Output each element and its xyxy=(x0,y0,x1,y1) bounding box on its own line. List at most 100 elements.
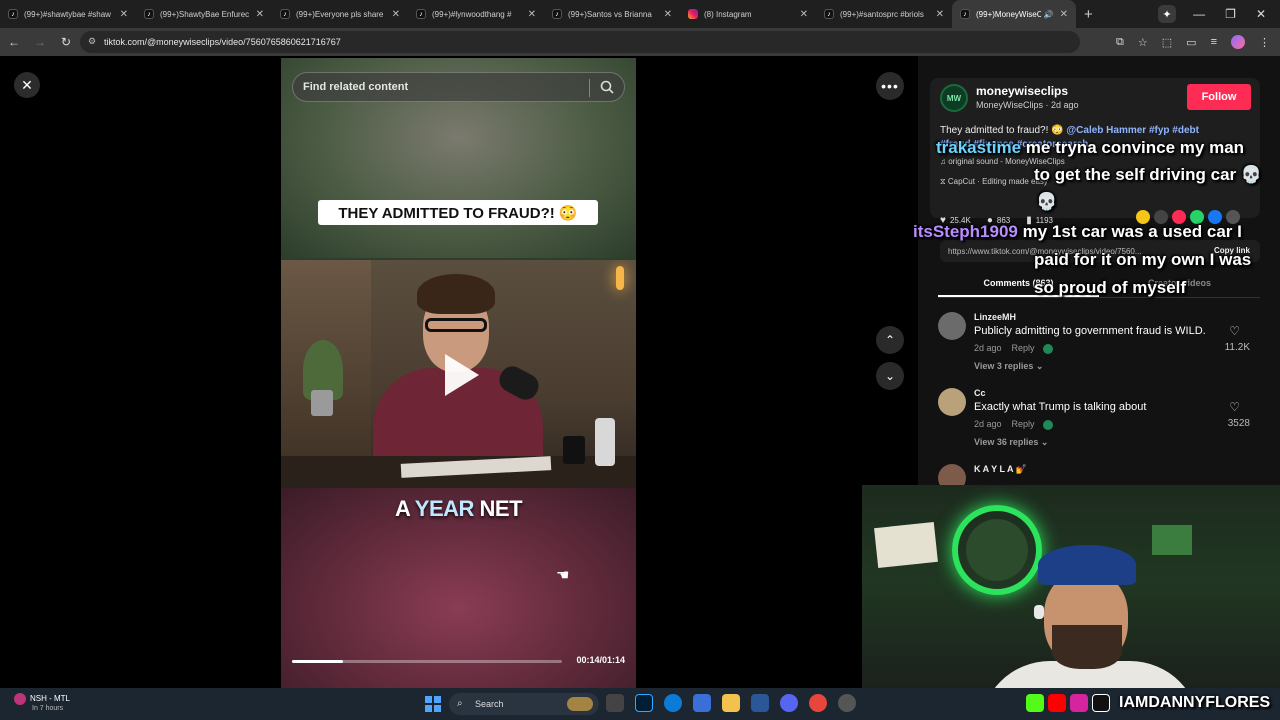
person-hair xyxy=(417,274,495,314)
speaker-icon[interactable]: 🔊 xyxy=(1044,10,1054,19)
instagram-icon xyxy=(1070,694,1088,712)
find-related-search[interactable]: Find related content xyxy=(292,72,625,102)
edge-icon[interactable] xyxy=(664,694,682,712)
profile-avatar[interactable] xyxy=(1231,35,1245,49)
commenter-avatar[interactable] xyxy=(938,312,966,340)
more-options-button[interactable]: ••• xyxy=(876,72,904,100)
share-arrow-icon[interactable] xyxy=(1226,210,1240,224)
send-icon[interactable] xyxy=(1172,210,1186,224)
photoshop-icon[interactable] xyxy=(635,694,653,712)
ai-sparkle-icon[interactable]: ✦ xyxy=(1158,5,1176,23)
file-explorer-icon[interactable] xyxy=(722,694,740,712)
tiktok-icon: ♪ xyxy=(824,9,834,19)
facebook-icon[interactable] xyxy=(1208,210,1222,224)
close-window-icon[interactable]: ✕ xyxy=(1256,7,1266,21)
close-tab-icon[interactable]: ✕ xyxy=(256,9,264,20)
creator-liked-icon xyxy=(1042,419,1053,430)
browser-tab[interactable]: (8) Instagram ✕ xyxy=(680,0,816,28)
view-replies-button[interactable]: View 36 replies ⌄ xyxy=(974,437,1048,448)
sidebar-icon[interactable]: ▭ xyxy=(1186,36,1196,49)
discord-icon[interactable] xyxy=(780,694,798,712)
earbud xyxy=(1034,605,1044,619)
capcut-link[interactable]: ⧖ CapCut · Editing made easy xyxy=(940,177,1048,187)
browser-tab[interactable]: ♪ (99+)Everyone pls share ✕ xyxy=(272,0,408,28)
next-video-button[interactable]: ⌄ xyxy=(876,362,904,390)
forward-arrow-icon[interactable]: → xyxy=(28,35,52,49)
media-controls-icon[interactable]: ≡ xyxy=(1211,36,1217,48)
weather-widget[interactable]: NSH - MTL In 7 hours xyxy=(14,693,84,712)
close-tab-icon[interactable]: ✕ xyxy=(936,9,944,20)
comment-text: Publicly admitting to government fraud i… xyxy=(974,325,1206,337)
chrome-icon[interactable] xyxy=(809,694,827,712)
author-avatar[interactable]: MW xyxy=(940,84,968,112)
browser-tab[interactable]: ♪ (99+)#lynwoodthang # ✕ xyxy=(408,0,544,28)
close-tab-icon[interactable]: ✕ xyxy=(120,9,128,20)
windows-start-icon[interactable] xyxy=(425,696,441,712)
copy-link-button[interactable]: Copy link xyxy=(1214,246,1250,255)
emoji-share-icon[interactable] xyxy=(1136,210,1150,224)
browser-tab[interactable]: ♪ (99+)ShawtyBae Enfurec ✕ xyxy=(136,0,272,28)
whatsapp-icon[interactable] xyxy=(1190,210,1204,224)
comment-like-icon[interactable]: ♡ xyxy=(1229,324,1240,338)
search-icon[interactable] xyxy=(600,80,614,94)
view-replies-button[interactable]: View 3 replies ⌄ xyxy=(974,361,1043,372)
previous-video-button[interactable]: ⌃ xyxy=(876,326,904,354)
heart-icon[interactable]: ♥ xyxy=(940,215,946,226)
minimize-icon[interactable]: — xyxy=(1193,7,1205,21)
video-player[interactable]: Find related content THEY ADMITTED TO FR… xyxy=(281,58,636,688)
comment-text: Exactly what Trump is talking about xyxy=(974,401,1147,413)
commenter-avatar[interactable] xyxy=(938,388,966,416)
browser-tab[interactable]: ♪ (99+)#shawtybae #shaw ✕ xyxy=(0,0,136,28)
restore-icon[interactable]: ❐ xyxy=(1225,7,1236,21)
close-tab-icon[interactable]: ✕ xyxy=(1060,9,1068,20)
play-icon[interactable] xyxy=(445,354,479,396)
site-info-icon[interactable]: ⚙ xyxy=(88,36,98,46)
install-app-icon[interactable]: ⧉ xyxy=(1116,36,1124,49)
url-field[interactable]: ⚙ tiktok.com/@moneywiseclips/video/75607… xyxy=(80,31,1080,53)
app-icon[interactable] xyxy=(838,694,856,712)
comment-like-icon[interactable]: ♡ xyxy=(1229,400,1240,414)
comment-like-count: 11.2K xyxy=(1224,342,1250,353)
reply-button[interactable]: Reply xyxy=(1012,419,1035,429)
close-tab-icon[interactable]: ✕ xyxy=(392,9,400,20)
tiktok-icon xyxy=(1092,694,1110,712)
close-tab-icon[interactable]: ✕ xyxy=(528,9,536,20)
reply-button[interactable]: Reply xyxy=(1012,343,1035,353)
task-view-icon[interactable] xyxy=(606,694,624,712)
close-tab-icon[interactable]: ✕ xyxy=(800,9,808,20)
wall-sign xyxy=(874,521,938,569)
tiktok-icon: ♪ xyxy=(280,9,290,19)
comment-item: Cc Exactly what Trump is talking about 2… xyxy=(938,388,1260,454)
comment-username[interactable]: Cc xyxy=(974,388,986,398)
tab-creator-videos[interactable]: Creator videos xyxy=(1099,272,1260,297)
follow-button[interactable]: Follow xyxy=(1187,84,1251,110)
browser-tab[interactable]: ♪ (99+)Santos vs Brianna ✕ xyxy=(544,0,680,28)
tumbler xyxy=(595,418,615,466)
close-tab-icon[interactable]: ✕ xyxy=(664,9,672,20)
progress-fill xyxy=(292,660,344,663)
streamer-beard xyxy=(1052,625,1122,669)
extensions-icon[interactable]: ⬚ xyxy=(1162,36,1172,49)
close-video-button[interactable]: ✕ xyxy=(14,72,40,98)
bookmark-star-icon[interactable]: ☆ xyxy=(1138,36,1148,49)
menu-dots-icon[interactable]: ⋮ xyxy=(1259,36,1270,49)
reload-icon[interactable]: ↻ xyxy=(54,35,78,49)
video-link-box[interactable]: https://www.tiktok.com/@moneywiseclips/v… xyxy=(940,240,1260,262)
video-progress-bar[interactable] xyxy=(292,660,562,663)
new-tab-button[interactable]: + xyxy=(1084,6,1093,23)
browser-tab[interactable]: ♪ (99+)#santosprc #briols ✕ xyxy=(816,0,952,28)
store-icon[interactable] xyxy=(693,694,711,712)
comment-like-count: 3528 xyxy=(1227,418,1250,429)
taskbar-search[interactable]: ⌕ Search xyxy=(449,693,599,715)
tab-comments[interactable]: Comments (863) xyxy=(938,272,1099,297)
comment-username[interactable]: LinzeeMH xyxy=(974,312,1016,322)
bookmark-icon[interactable]: ▮ xyxy=(1026,215,1032,226)
embed-icon[interactable] xyxy=(1154,210,1168,224)
comment-username[interactable]: K A Y L A 💅 xyxy=(974,464,1027,475)
original-sound-link[interactable]: ♫ original sound - MoneyWiseClips xyxy=(940,157,1065,166)
word-icon[interactable] xyxy=(751,694,769,712)
back-arrow-icon[interactable]: ← xyxy=(2,35,26,49)
browser-tab-active[interactable]: ♪(99+)MoneyWiseClip🔊✕ xyxy=(952,0,1076,28)
comment-icon[interactable]: ● xyxy=(987,215,993,226)
author-name[interactable]: moneywiseclips xyxy=(976,84,1068,98)
